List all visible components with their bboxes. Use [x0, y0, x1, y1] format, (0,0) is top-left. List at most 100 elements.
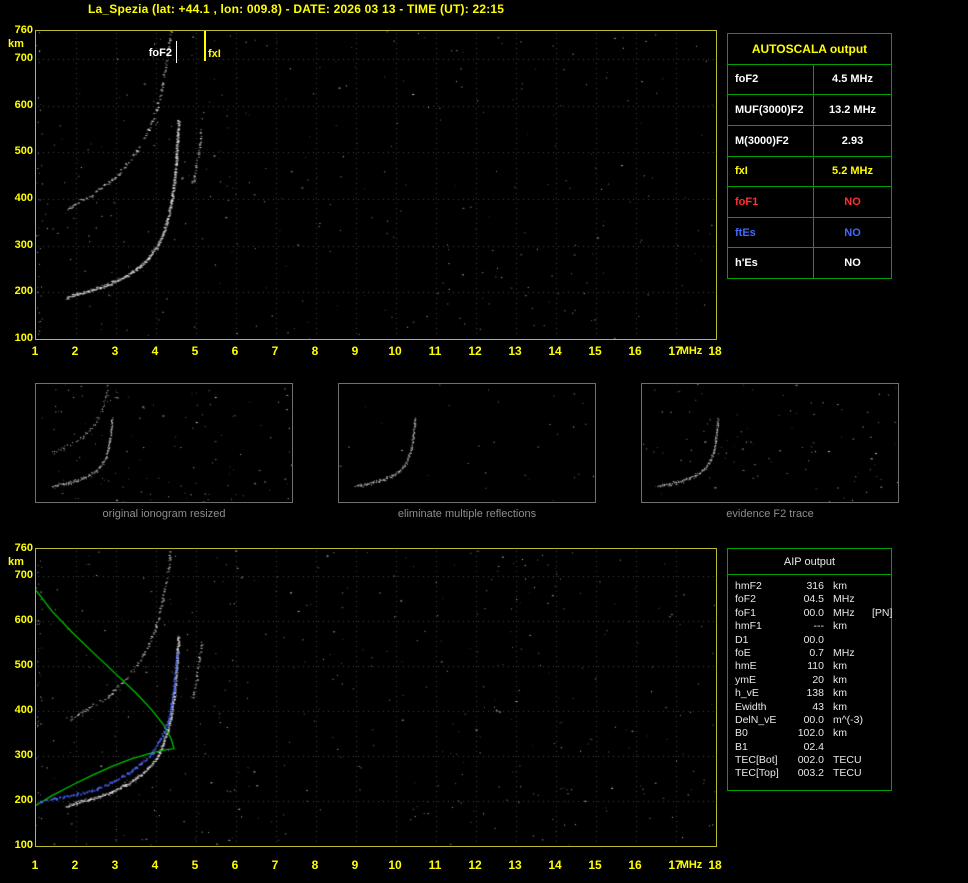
aip-row-extra	[868, 634, 891, 647]
x-axis-unit: MHz	[679, 859, 703, 871]
aip-row-name: TEC[Top]	[735, 767, 779, 780]
fxI-marker-label: fxI	[208, 48, 221, 60]
autoscala-row-label: MUF(3000)F2	[728, 95, 814, 125]
aip-row: foF1 00.0 MHz [PN]	[728, 606, 893, 620]
x-tick-label: 16	[628, 858, 642, 872]
x-tick-label: 3	[111, 858, 119, 872]
autoscala-row: MUF(3000)F2 13.2 MHz	[728, 95, 891, 126]
aip-row-unit: MHz	[833, 593, 855, 606]
autoscala-row-label: ftEs	[728, 217, 814, 248]
aip-row-extra	[868, 714, 891, 727]
x-tick-label: 5	[191, 858, 199, 872]
autoscala-row-label: M(3000)F2	[728, 125, 814, 156]
aip-row-unit: km	[833, 620, 847, 633]
x-tick-label: 15	[588, 858, 602, 872]
aip-row-extra	[868, 727, 891, 740]
autoscala-row-value: 5.2 MHz	[832, 165, 873, 178]
y-tick-label: 100	[14, 332, 33, 344]
x-tick-label: 5	[191, 344, 199, 358]
autoscala-row-label: foF2	[728, 64, 814, 95]
y-tick-label: 500	[14, 145, 33, 158]
autoscala-output-table: AUTOSCALA output foF2 4.5 MHz MUF(3000)F2 1…	[727, 33, 892, 279]
y-axis-unit: km	[8, 556, 24, 568]
foF2-marker-tick	[176, 41, 177, 63]
thumbnail-caption-original: original ionogram resized	[102, 508, 226, 520]
autoscala-row: foF1 NO	[728, 187, 891, 218]
aip-row-name: hmE	[735, 660, 757, 673]
x-tick-label: 9	[351, 344, 359, 358]
aip-row-name: B0	[735, 727, 748, 740]
aip-row: hmF2 316 km	[728, 580, 891, 593]
aip-row-value: 00.0	[803, 633, 824, 646]
autoscala-row-value: NO	[844, 195, 861, 208]
aip-row: DelN_vE 00.0 m^(-3)	[728, 714, 891, 727]
x-tick-label: 16	[628, 344, 642, 358]
aip-row-extra	[868, 767, 891, 780]
x-tick-label: 3	[111, 344, 119, 358]
x-tick-label: 10	[388, 344, 402, 358]
x-tick-label: 14	[548, 858, 562, 872]
ionogram-canvas-bottom	[36, 549, 716, 846]
x-tick-label: 4	[151, 858, 159, 872]
y-tick-label: 200	[14, 285, 33, 298]
thumbnail-eliminate-reflections	[338, 383, 596, 503]
y-tick-label: 100	[14, 839, 33, 851]
aip-row-unit: km	[833, 580, 847, 592]
autoscala-row: h'Es NO	[728, 248, 891, 278]
x-tick-label: 18	[708, 344, 722, 358]
autoscala-row-value: 2.93	[841, 134, 864, 147]
autoscala-row-value: NO	[844, 257, 861, 270]
aip-row-unit: TECU	[833, 754, 862, 767]
aip-row-value: 00.0	[803, 713, 824, 726]
aip-row-name: DelN_vE	[735, 713, 777, 726]
fxI-marker-line	[204, 31, 206, 61]
y-tick-label: 600	[14, 614, 33, 626]
aip-row-extra	[868, 593, 891, 606]
aip-row-name: hmF1	[735, 620, 762, 633]
aip-row: B1 02.4	[728, 741, 891, 754]
aip-row-value: 04.5	[803, 593, 824, 606]
aip-row-value: 002.0	[797, 754, 824, 767]
aip-row-unit: km	[833, 660, 847, 673]
aip-row-value: ---	[813, 620, 825, 633]
y-tick-label: 400	[14, 704, 33, 716]
aip-row-value: 316	[806, 580, 824, 592]
x-tick-label: 12	[468, 858, 482, 872]
thumbnail-original-ionogram	[35, 383, 293, 503]
y-tick-label: 500	[14, 659, 33, 671]
x-tick-label: 2	[71, 344, 79, 358]
aip-output-table: AIP output hmF2 316 km foF2 04.5 MHz foF1 00.0 M…	[727, 548, 892, 791]
thumbnail-canvas-eliminate-reflections	[339, 384, 595, 502]
aip-row-name: TEC[Bot]	[735, 754, 778, 767]
y-tick-label: 300	[14, 238, 33, 251]
aip-row-value: 20	[812, 673, 824, 686]
aip-table-rows: hmF2 316 km foF2 04.5 MHz foF1 00.0 MHz [PN] hmF1 -…	[728, 575, 893, 781]
aip-row-unit: MHz	[833, 606, 855, 619]
aip-row-unit: km	[833, 727, 847, 740]
aip-row: foE 0.7 MHz	[728, 647, 891, 660]
y-tick-label: 760	[14, 542, 33, 554]
x-tick-label: 2	[71, 858, 79, 872]
x-tick-label: 1	[31, 858, 39, 872]
autoscala-row-value: 4.5 MHz	[832, 73, 873, 86]
aip-row-value: 0.7	[809, 646, 824, 659]
autoscala-row-label: h'Es	[728, 248, 814, 278]
station-date-time-title: La_Spezia (lat: +44.1 , lon: 009.8) - DA…	[88, 2, 505, 16]
aip-row-unit: m^(-3)	[833, 713, 864, 726]
aip-row-extra	[868, 660, 891, 673]
aip-row-extra: [PN]	[872, 606, 893, 619]
x-tick-label: 7	[271, 344, 279, 358]
aip-row-name: h_vE	[735, 687, 759, 700]
aip-row-name: hmF2	[735, 580, 762, 592]
aip-row-unit: MHz	[833, 646, 855, 659]
x-tick-label: 8	[311, 858, 319, 872]
aip-row-value: 02.4	[803, 740, 824, 753]
aip-row: ymE 20 km	[728, 674, 891, 687]
aip-row-name: foF2	[735, 593, 757, 606]
foF2-marker-label: foF2	[148, 47, 172, 59]
x-axis-unit: MHz	[679, 345, 703, 357]
aip-row-value: 110	[807, 660, 824, 673]
x-tick-label: 13	[508, 344, 522, 358]
aip-row-extra	[868, 741, 891, 754]
aip-row-name: B1	[735, 740, 748, 753]
